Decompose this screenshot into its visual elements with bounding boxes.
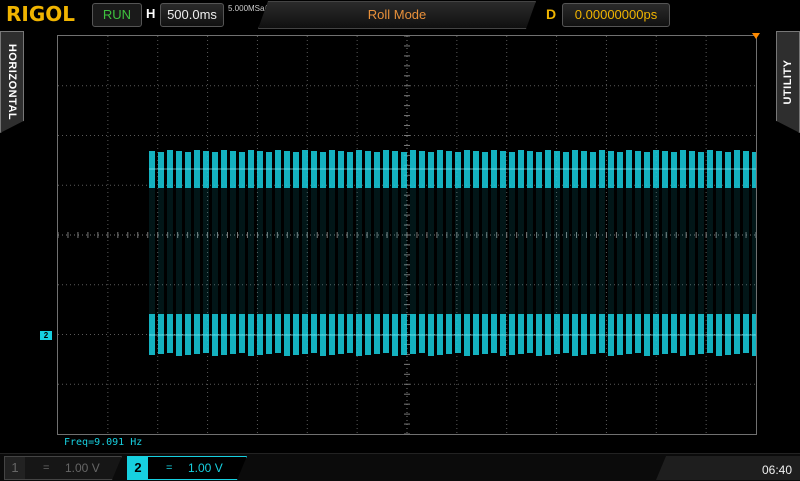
frequency-measurement: Freq=9.091 Hz: [64, 437, 143, 448]
dc-coupling-icon: =: [43, 462, 50, 474]
acquisition-mode: Roll Mode: [258, 1, 536, 29]
top-bar: RIGOL RUN H 500.0ms 5.000MSa/s Roll Mode…: [0, 0, 800, 30]
brand-logo: RIGOL: [6, 2, 76, 26]
timebase-field[interactable]: 500.0ms: [160, 3, 224, 27]
channel2-trace: [149, 150, 756, 356]
clock: 06:40: [761, 463, 792, 477]
channel2-button[interactable]: 2 = 1.00 V: [127, 456, 247, 480]
waveform-display[interactable]: [57, 35, 757, 435]
horizontal-menu-tab[interactable]: HORIZONTAL: [0, 31, 24, 133]
channel2-offset-marker[interactable]: 2: [40, 331, 52, 340]
channel2-scale: 1.00 V: [188, 461, 223, 475]
channel1-button[interactable]: 1 = 1.00 V: [4, 456, 122, 480]
delay-field[interactable]: 0.00000000ps: [562, 3, 670, 27]
channel1-scale: 1.00 V: [65, 461, 100, 475]
waveform-canvas: [58, 36, 756, 434]
status-area: 06:40: [656, 456, 800, 480]
run-stop-button[interactable]: RUN: [92, 3, 142, 27]
channel2-number: 2: [128, 457, 148, 479]
bottom-bar: 1 = 1.00 V 2 = 1.00 V 06:40: [0, 453, 800, 481]
trigger-position-marker[interactable]: [752, 33, 760, 39]
channel1-number: 1: [5, 457, 25, 479]
dc-coupling-icon: =: [166, 462, 173, 474]
utility-menu-tab[interactable]: UTILITY: [776, 31, 800, 133]
horizontal-label: H: [146, 6, 156, 21]
horizontal-tab-label: HORIZONTAL: [6, 43, 18, 121]
delay-label: D: [546, 6, 557, 22]
utility-tab-label: UTILITY: [782, 59, 794, 105]
